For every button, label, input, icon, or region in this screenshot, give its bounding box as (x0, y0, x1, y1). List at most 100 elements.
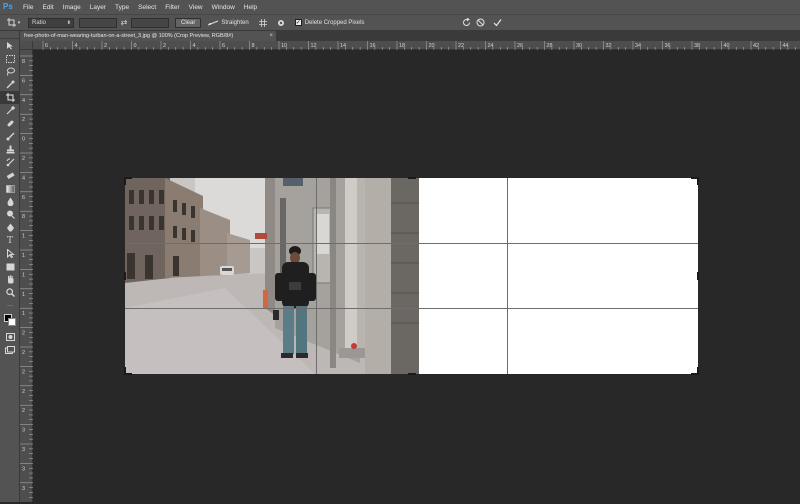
reset-icon[interactable] (461, 18, 471, 28)
document-tab-title: free-photo-of-man-wearing-turban-on-a-st… (24, 33, 234, 39)
history-brush-icon[interactable] (0, 156, 20, 169)
clear-button[interactable]: Clear (175, 17, 202, 28)
menu-edit[interactable]: Edit (42, 4, 53, 11)
menu-help[interactable]: Help (244, 4, 257, 11)
ruler-origin[interactable] (20, 41, 33, 50)
delete-cropped-label: Delete Cropped Pixels (304, 19, 365, 26)
quick-select-icon[interactable] (0, 78, 20, 91)
width-field[interactable] (79, 17, 117, 28)
swap-icon[interactable]: ⇄ (119, 18, 129, 28)
street-photo (125, 178, 419, 374)
crop-handle-top[interactable] (408, 177, 416, 179)
options-bar: ▾ Ratio ⬍ ⇄ Clear Straighten ✓ Delete Cr… (0, 14, 800, 31)
type-icon[interactable]: T (0, 234, 20, 247)
ruler-tick-label: 2 (163, 43, 166, 49)
ruler-tick-label: 3 (22, 466, 25, 472)
straighten-label[interactable]: Straighten (221, 20, 248, 26)
chevron-down-icon[interactable]: ▾ (16, 18, 22, 28)
horizontal-ruler[interactable]: 6 4 2 0 2 4 6 8 10 12 14 16 18 20 22 24 26 28 30 32 34 36 38 40… (33, 41, 800, 50)
move-icon[interactable] (0, 39, 20, 52)
healing-icon[interactable] (0, 117, 20, 130)
gradient-icon[interactable] (0, 182, 20, 195)
crop-handle-bottom[interactable] (408, 373, 416, 375)
height-field[interactable] (131, 17, 169, 28)
document-tab[interactable]: free-photo-of-man-wearing-turban-on-a-st… (20, 31, 276, 41)
crop-grid-line (507, 178, 508, 374)
crop-grid-line (125, 243, 698, 244)
quick-mask-icon[interactable] (0, 330, 20, 343)
screen-mode-icon[interactable] (0, 343, 20, 356)
ruler-tick-label: 1 (22, 234, 25, 240)
eraser-icon[interactable] (0, 169, 20, 182)
panel-grip[interactable] (0, 31, 19, 39)
ruler-tick-label: 6 (22, 195, 25, 201)
crop-handle-bottom-right[interactable] (697, 367, 699, 375)
ruler-tick-label: 2 (22, 331, 25, 337)
ruler-tick-label: 4 (22, 98, 25, 104)
ruler-tick-label: 8 (22, 214, 25, 220)
ruler-tick-label: 2 (22, 156, 25, 162)
grid-overlay-icon[interactable] (258, 18, 268, 28)
ruler-tick-label: 8 (22, 59, 25, 65)
ruler-tick-label: 8 (252, 43, 255, 49)
document-image (125, 178, 419, 374)
commit-check-icon[interactable] (492, 18, 502, 28)
brush-icon[interactable] (0, 130, 20, 143)
gear-icon[interactable] (276, 18, 286, 28)
ruler-tick-label: 1 (22, 311, 25, 317)
rectangle-icon[interactable] (0, 260, 20, 273)
straighten-icon[interactable] (206, 18, 220, 28)
eyedropper-icon[interactable] (0, 104, 20, 117)
ruler-tick-label: 6 (45, 43, 48, 49)
menu-layer[interactable]: Layer (90, 4, 106, 11)
clone-stamp-icon[interactable] (0, 143, 20, 156)
ratio-select-value: Ratio (32, 19, 47, 26)
ruler-tick-label: 0 (22, 137, 25, 143)
crop-icon[interactable] (0, 91, 20, 104)
ruler-tick-label: 1 (22, 292, 25, 298)
ruler-tick-label: 1 (22, 272, 25, 278)
ruler-tick-label: 4 (22, 175, 25, 181)
menu-type[interactable]: Type (115, 4, 129, 11)
zoom-icon[interactable] (0, 286, 20, 299)
color-swatches-icon[interactable] (0, 312, 20, 330)
blur-icon[interactable] (0, 195, 20, 208)
vertical-ruler[interactable]: 8 6 4 2 0 2 4 6 8 1 1 1 1 1 2 2 2 2 2 3 3 3 3 (20, 50, 33, 502)
crop-handle-right[interactable] (697, 272, 699, 280)
canvas-area[interactable] (33, 50, 800, 502)
hand-icon[interactable] (0, 273, 20, 286)
ratio-select[interactable]: Ratio ⬍ (28, 17, 74, 28)
menu-select[interactable]: Select (138, 4, 156, 11)
marquee-icon[interactable] (0, 52, 20, 65)
crop-grid-line (316, 178, 317, 374)
path-select-icon[interactable] (0, 247, 20, 260)
dodge-icon[interactable] (0, 208, 20, 221)
ruler-tick-label: 4 (193, 43, 196, 49)
crop-handle-left[interactable] (124, 272, 126, 280)
close-icon[interactable]: × (269, 31, 273, 41)
pen-icon[interactable] (0, 221, 20, 234)
menu-view[interactable]: View (189, 4, 203, 11)
menu-window[interactable]: Window (212, 4, 235, 11)
ruler-tick-label: 2 (22, 408, 25, 414)
delete-cropped-checkbox[interactable]: ✓ (294, 19, 302, 26)
background-color-swatch[interactable] (8, 318, 16, 326)
cancel-icon[interactable] (475, 18, 485, 28)
ruler-tick-label: 2 (22, 369, 25, 375)
ruler-tick-label: 2 (22, 389, 25, 395)
crop-handle-bottom-left[interactable] (124, 367, 126, 375)
ruler-tick-label: 3 (22, 428, 25, 434)
ruler-tick-label: 2 (104, 43, 107, 49)
extras-icon[interactable]: ··· (0, 299, 20, 312)
chevron-updown-icon: ⬍ (66, 19, 71, 26)
menu-filter[interactable]: Filter (165, 4, 179, 11)
crop-icon[interactable] (6, 18, 16, 28)
vertical-ruler-ticks: 8 6 4 2 0 2 4 6 8 1 1 1 1 1 2 2 2 2 2 3 3 3 3 (20, 55, 33, 498)
crop-handle-top-right[interactable] (697, 177, 699, 185)
lasso-icon[interactable] (0, 65, 20, 78)
crop-preview-box[interactable] (124, 177, 699, 375)
menu-image[interactable]: Image (63, 4, 81, 11)
crop-handle-top-left[interactable] (124, 177, 126, 185)
menu-file[interactable]: File (23, 4, 33, 11)
ruler-tick-label: 6 (222, 43, 225, 49)
